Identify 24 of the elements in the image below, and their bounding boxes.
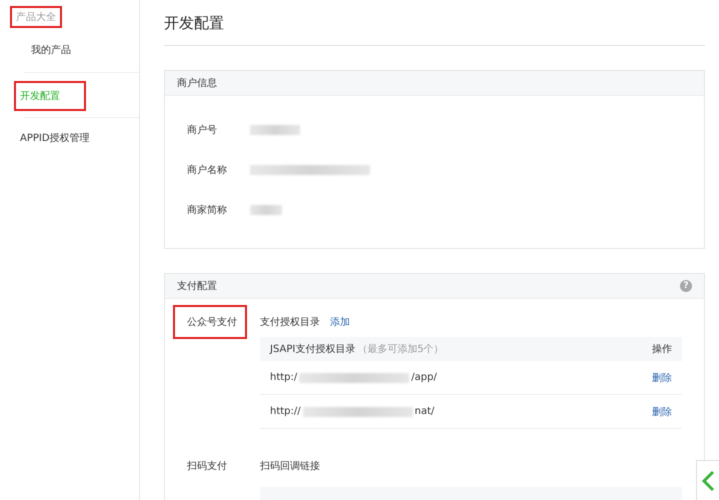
page-title: 开发配置 [164,0,705,46]
section-heading: 扫码回调链接 [260,460,320,473]
chevron-left-icon [701,470,715,492]
sidebar-item[interactable]: APPID授权管理 [16,128,94,148]
section-label: 扫码支付 [186,460,228,474]
sidebar-item[interactable]: 我的产品 [27,40,75,60]
card-title: 支付配置 [177,280,217,293]
delete-link[interactable]: 删除 [652,404,672,418]
add-link[interactable]: 添加 [330,315,350,329]
url-text: nat/ [414,406,434,417]
field-label: 商户名称 [187,164,228,177]
column-note: （最多可添加5个） [357,344,444,355]
section-heading: 支付授权目录 [260,316,320,329]
collapse-tab[interactable] [696,460,719,500]
field-label: 商家简称 [187,204,228,217]
url-text: /app/ [411,372,437,383]
section-label: 公众号支付 [175,307,245,337]
field-label: 商户号 [187,124,218,137]
column-header: JSAPI支付授权目录 [270,344,356,355]
url-text: http:/ [270,372,298,383]
card-title: 商户信息 [177,76,217,90]
url-text: http:// [270,406,301,417]
column-header: 操作 [652,343,672,356]
delete-link[interactable]: 删除 [652,370,672,384]
